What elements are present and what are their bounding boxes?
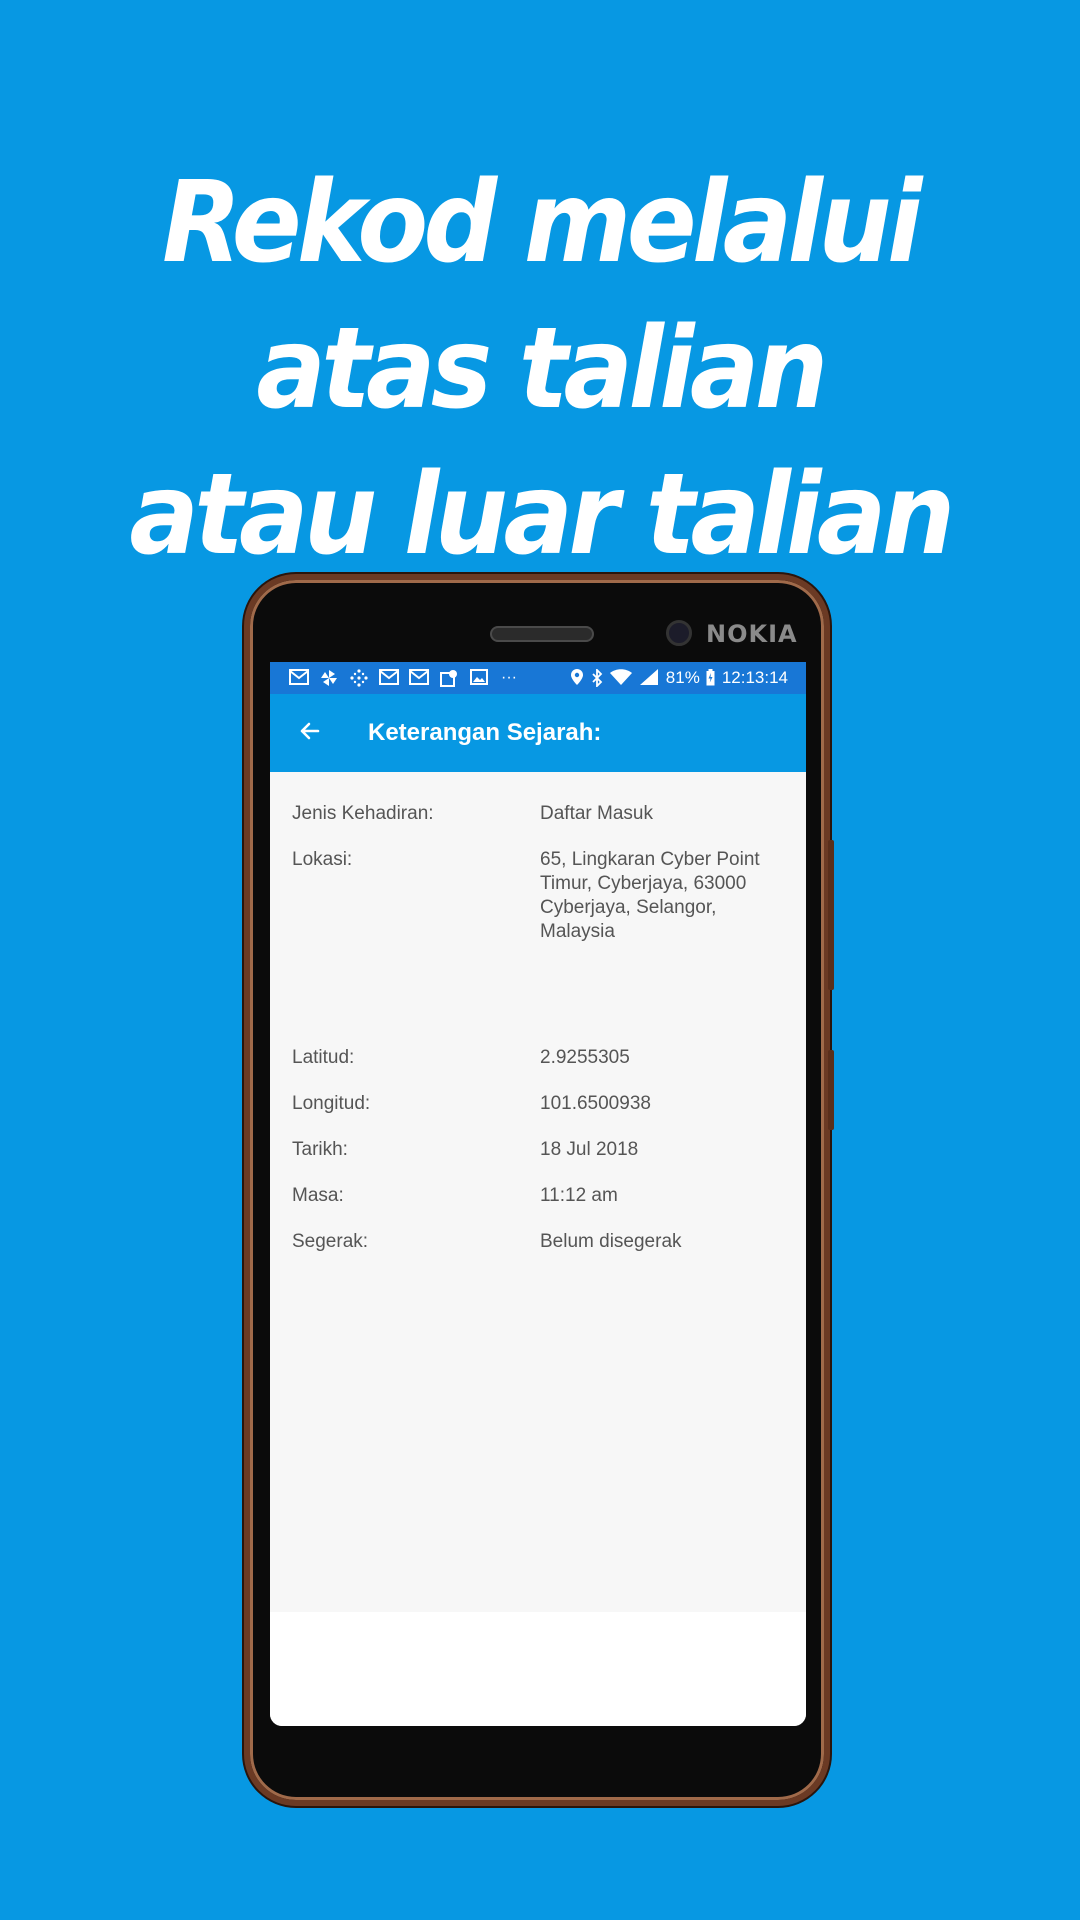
- phone-frame: NOKIA ··· 81% 12:13:14 Keterangan Sejara…: [244, 574, 834, 1806]
- notification-icons: ···: [288, 669, 520, 687]
- detail-value: 101.6500938: [540, 1093, 651, 1114]
- arrow-left-icon: [298, 719, 322, 748]
- wifi-icon: [609, 669, 632, 687]
- battery-percent: 81%: [665, 668, 700, 687]
- brand-logo: NOKIA: [706, 620, 798, 648]
- detail-label: Lokasi:: [292, 849, 353, 870]
- gmail-icon: [288, 669, 310, 687]
- detail-label: Longitud:: [292, 1093, 371, 1114]
- front-camera: [666, 620, 692, 646]
- system-status: 81% 12:13:14: [570, 667, 788, 689]
- detail-label: Tarikh:: [292, 1139, 348, 1160]
- signal-icon: [638, 669, 660, 687]
- detail-label: Latitud:: [292, 1047, 355, 1068]
- detail-value: 11:12 am: [540, 1185, 618, 1206]
- image-icon: [468, 669, 490, 687]
- phone-screen: ··· 81% 12:13:14 Keterangan Sejarah: Jen…: [270, 662, 806, 1726]
- screen-bottom-area: [270, 1612, 806, 1726]
- status-bar: ··· 81% 12:13:14: [270, 662, 806, 694]
- detail-value: Belum disegerak: [540, 1231, 682, 1252]
- more-icon: ···: [501, 669, 517, 686]
- detail-label: Masa:: [292, 1185, 344, 1206]
- power-button: [828, 1050, 834, 1130]
- gmail-icon: [408, 669, 430, 687]
- headline-line-1: Rekod melalui atas talian: [162, 158, 922, 434]
- map-pin-icon: [438, 669, 460, 687]
- headline-line-2: atau luar talian: [129, 450, 955, 580]
- detail-value: 65, Lingkaran Cyber Point Timur, Cyberja…: [540, 849, 760, 942]
- page-title: Keterangan Sejarah:: [368, 719, 602, 746]
- back-button[interactable]: [280, 703, 340, 763]
- pinwheel-icon: [318, 669, 340, 687]
- detail-label: Jenis Kehadiran:: [292, 803, 434, 824]
- earpiece-speaker: [490, 626, 594, 642]
- detail-value: 18 Jul 2018: [540, 1139, 639, 1160]
- detail-value: Daftar Masuk: [540, 803, 653, 824]
- volume-button: [828, 840, 834, 990]
- battery-icon: [706, 669, 716, 687]
- grid-icon: [348, 669, 370, 687]
- detail-value: 2.9255305: [540, 1047, 630, 1068]
- detail-label: Segerak:: [292, 1231, 369, 1252]
- bluetooth-icon: [590, 667, 604, 689]
- app-bar: Keterangan Sejarah:: [270, 694, 806, 772]
- clock: 12:13:14: [721, 668, 788, 687]
- detail-panel: Jenis Kehadiran: Daftar Masuk Lokasi: 65…: [270, 772, 806, 1612]
- gmail-icon: [378, 669, 400, 687]
- location-icon: [570, 669, 584, 687]
- promo-headline: Rekod melalui atas talian atau luar tali…: [43, 150, 1037, 588]
